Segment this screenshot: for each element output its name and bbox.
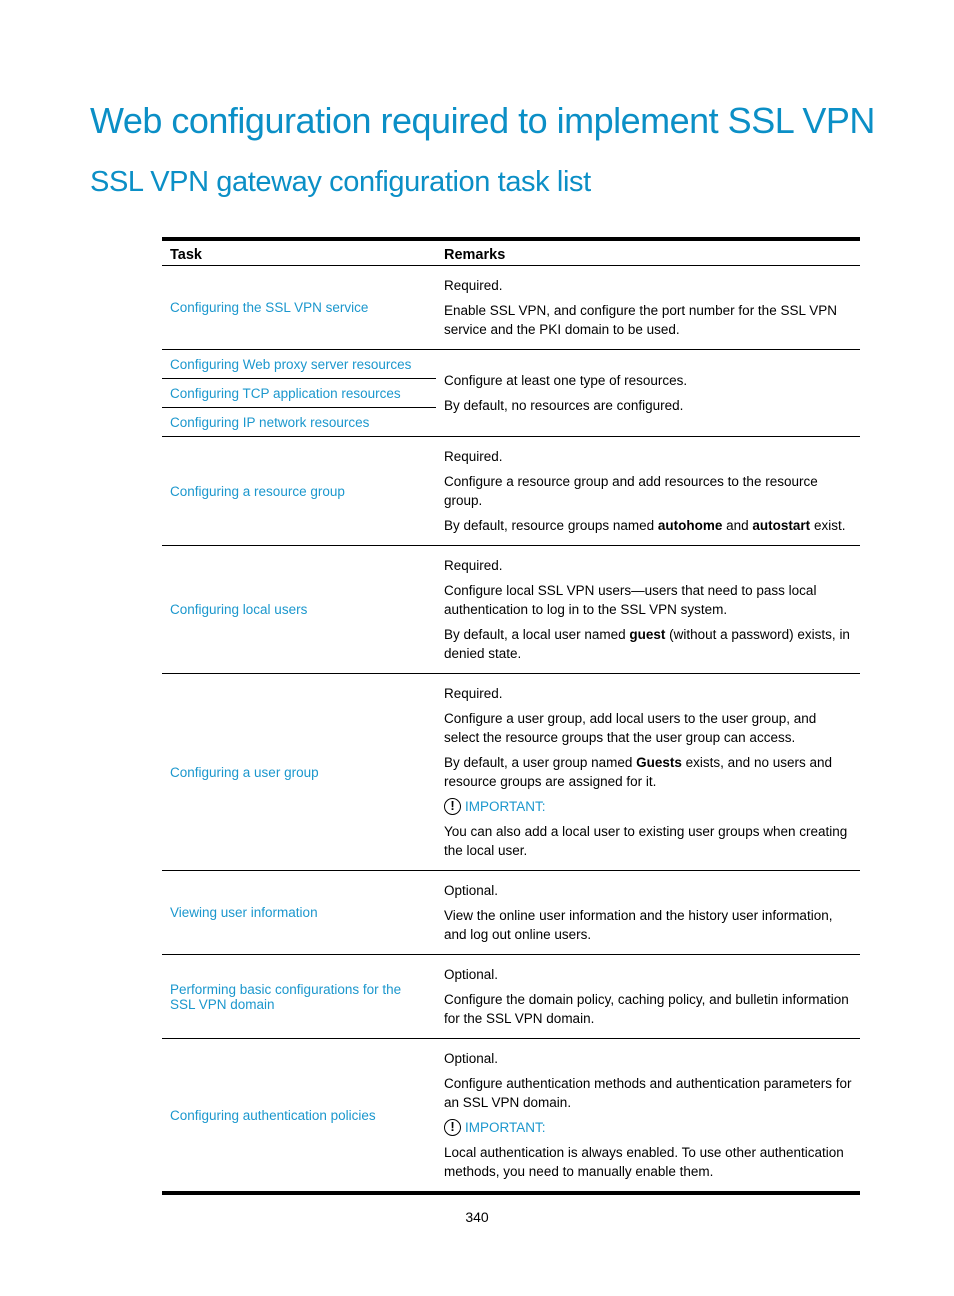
remark-default: By default, a local user named guest (wi… (444, 627, 850, 661)
task-link-ip-network-resources[interactable]: Configuring IP network resources (170, 415, 369, 430)
remark-text: Enable SSL VPN, and configure the port n… (444, 303, 837, 337)
remark-text: Optional. (444, 967, 499, 982)
task-link-auth-policies[interactable]: Configuring authentication policies (170, 1108, 376, 1123)
important-notice: ! IMPORTANT: (444, 797, 852, 816)
header-task: Task (162, 237, 436, 266)
important-notice: ! IMPORTANT: (444, 1118, 852, 1137)
remark-text: Required. (444, 278, 503, 293)
task-link-resource-group[interactable]: Configuring a resource group (170, 484, 345, 499)
task-cell: Configuring a resource group (162, 436, 436, 546)
task-cell: Configuring a user group (162, 673, 436, 871)
important-text: Local authentication is always enabled. … (444, 1145, 844, 1179)
remark-default: By default, resource groups named autoho… (444, 518, 846, 533)
remark-text: Configure at least one type of resources… (444, 373, 688, 388)
task-link-tcp-application-resources[interactable]: Configuring TCP application resources (170, 386, 401, 401)
remarks-cell: Required. Configure a resource group and… (436, 436, 860, 546)
important-label: IMPORTANT: (465, 799, 546, 814)
remarks-cell: Required. Enable SSL VPN, and configure … (436, 265, 860, 350)
important-text: You can also add a local user to existin… (444, 824, 848, 858)
task-cell: Configuring Web proxy server resources (162, 349, 436, 379)
table-row: Viewing user information Optional. View … (162, 870, 860, 955)
page-number: 340 (465, 1209, 489, 1225)
table-header-row: Task Remarks (162, 237, 860, 266)
remark-text: Configure a resource group and add resou… (444, 474, 818, 508)
remark-text: By default, no resources are configured. (444, 398, 684, 413)
remark-text: Required. (444, 449, 503, 464)
remark-text: Optional. (444, 1051, 499, 1066)
table-row: Configuring the SSL VPN service Required… (162, 265, 860, 350)
remark-text: Required. (444, 686, 503, 701)
task-list-table: Task Remarks Configuring the SSL VPN ser… (162, 237, 860, 1195)
page-title: Web configuration required to implement … (90, 100, 875, 141)
table-row: Configuring Web proxy server resources C… (162, 349, 860, 437)
task-cell: Configuring IP network resources (162, 407, 436, 437)
task-cell: Configuring TCP application resources (162, 378, 436, 408)
table-row: Configuring local users Required. Config… (162, 545, 860, 674)
task-link-ssl-vpn-service[interactable]: Configuring the SSL VPN service (170, 300, 368, 315)
keyword-autostart: autostart (752, 518, 811, 533)
table-row: Performing basic configurations for the … (162, 954, 860, 1039)
task-cell: Configuring authentication policies (162, 1038, 436, 1195)
table-row: Configuring a resource group Required. C… (162, 436, 860, 546)
remarks-cell: Optional. View the online user informati… (436, 870, 860, 955)
remark-text: Configure a user group, add local users … (444, 711, 817, 745)
remarks-cell: Optional. Configure authentication metho… (436, 1038, 860, 1195)
header-remarks: Remarks (436, 237, 860, 266)
task-link-view-user-info[interactable]: Viewing user information (170, 905, 318, 920)
task-link-local-users[interactable]: Configuring local users (170, 602, 307, 617)
task-link-web-proxy-resources[interactable]: Configuring Web proxy server resources (170, 357, 411, 372)
remarks-cell: Configure at least one type of resources… (436, 349, 860, 437)
remarks-cell: Required. Configure a user group, add lo… (436, 673, 860, 871)
task-cell: Configuring the SSL VPN service (162, 265, 436, 350)
table-row: Configuring a user group Required. Confi… (162, 673, 860, 871)
remark-default: By default, a user group named Guests ex… (444, 755, 832, 789)
exclamation-circle-icon: ! (444, 798, 461, 815)
remark-text: Optional. (444, 883, 499, 898)
remarks-cell: Required. Configure local SSL VPN users—… (436, 545, 860, 674)
keyword-autohome: autohome (657, 518, 723, 533)
task-cell: Performing basic configurations for the … (162, 954, 436, 1039)
task-cell: Viewing user information (162, 870, 436, 955)
keyword-guests: Guests (636, 755, 682, 770)
remark-text: Configure authentication methods and aut… (444, 1076, 852, 1110)
important-label: IMPORTANT: (465, 1120, 546, 1135)
task-cell: Configuring local users (162, 545, 436, 674)
remark-text: Configure local SSL VPN users—users that… (444, 583, 817, 617)
table-row: Configuring authentication policies Opti… (162, 1038, 860, 1195)
keyword-guest: guest (629, 627, 666, 642)
task-link-user-group[interactable]: Configuring a user group (170, 765, 319, 780)
remark-text: Required. (444, 558, 503, 573)
remarks-cell: Optional. Configure the domain policy, c… (436, 954, 860, 1039)
remark-text: Configure the domain policy, caching pol… (444, 992, 849, 1026)
remark-text: View the online user information and the… (444, 908, 833, 942)
exclamation-circle-icon: ! (444, 1119, 461, 1136)
section-title: SSL VPN gateway configuration task list (90, 166, 591, 198)
task-link-basic-domain-config[interactable]: Performing basic configurations for the … (170, 982, 401, 1012)
